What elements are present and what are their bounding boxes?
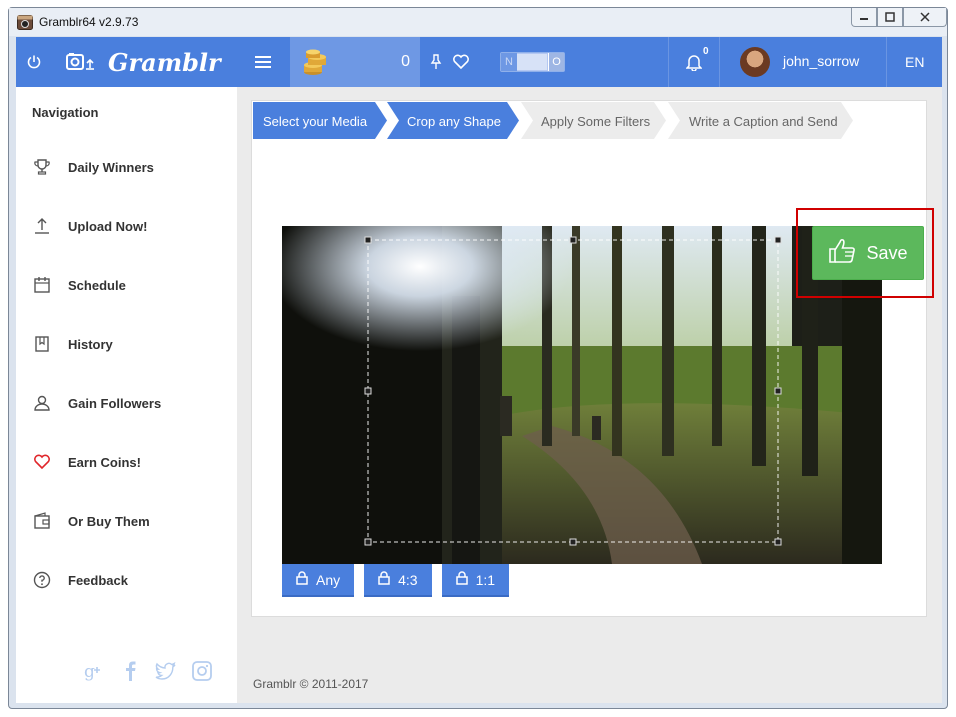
power-icon[interactable] [24, 37, 44, 87]
lock-icon [378, 571, 390, 588]
aspect-ratio-buttons: Any 4:3 1:1 [282, 564, 510, 597]
forest-photo [282, 226, 882, 564]
calendar-icon [32, 275, 52, 295]
wallet-icon [32, 511, 52, 531]
social-links: g [82, 659, 214, 683]
heart-icon [32, 452, 52, 472]
lock-icon [455, 571, 468, 588]
step-apply-filters[interactable]: Apply Some Filters [521, 102, 667, 139]
avatar[interactable] [740, 47, 770, 77]
language-selector[interactable]: EN [886, 37, 942, 87]
footer-copyright: Gramblr © 2011-2017 [253, 677, 369, 691]
pin-icon[interactable] [428, 37, 444, 87]
nav-label: Schedule [68, 277, 126, 293]
nav-item-gain-followers[interactable]: Gain Followers [16, 383, 237, 423]
ratio-label: 1:1 [475, 571, 496, 588]
ratio-any-button[interactable]: Any [282, 564, 355, 597]
notifications-button[interactable]: 0 [668, 37, 720, 87]
help-icon [32, 570, 52, 590]
crop-canvas[interactable] [282, 226, 882, 564]
coins-icon [302, 48, 328, 81]
step-label: Apply Some Filters [541, 114, 651, 129]
google-plus-icon[interactable]: g [82, 659, 106, 683]
toggle-on-label: N [501, 53, 517, 71]
coins-count: 0 [401, 53, 410, 70]
coins-box[interactable]: 0 [290, 37, 420, 87]
step-select-media[interactable]: Select your Media [253, 102, 388, 139]
nav-label: Earn Coins! [68, 454, 141, 470]
toggle-knob[interactable] [517, 54, 547, 70]
save-label: Save [866, 242, 908, 263]
app-window: Gramblr64 v2.9.73 Gramblr 0 N O 0 john_s… [8, 7, 948, 709]
step-label: Crop any Shape [407, 114, 501, 129]
nav-item-feedback[interactable]: Feedback [16, 560, 237, 600]
nav-item-daily-winners[interactable]: Daily Winners [16, 147, 237, 187]
ratio-label: Any [316, 571, 341, 588]
thumbs-up-icon [828, 238, 856, 269]
nav-label: Feedback [68, 572, 128, 588]
username[interactable]: john_sorrow [783, 53, 859, 69]
trophy-icon [32, 157, 52, 177]
language-label: EN [905, 54, 925, 70]
nav-item-history[interactable]: History [16, 324, 237, 364]
window-title: Gramblr64 v2.9.73 [39, 15, 139, 29]
step-caption-send[interactable]: Write a Caption and Send [668, 102, 854, 139]
maximize-button[interactable] [877, 8, 903, 27]
instagram-icon[interactable] [190, 659, 214, 683]
save-button[interactable]: Save [812, 226, 924, 280]
ratio-1-1-button[interactable]: 1:1 [441, 564, 510, 597]
nav-item-or-buy-them[interactable]: Or Buy Them [16, 501, 237, 541]
heart-icon[interactable] [450, 37, 472, 87]
step-label: Select your Media [263, 114, 368, 129]
nav-label: Upload Now! [68, 218, 148, 234]
nav-label: Or Buy Them [68, 513, 150, 529]
nav-item-upload-now[interactable]: Upload Now! [16, 206, 237, 246]
mode-toggle[interactable]: N O [500, 52, 565, 72]
step-label: Write a Caption and Send [689, 114, 838, 129]
bell-icon [685, 53, 703, 76]
close-button[interactable] [903, 8, 947, 27]
app-content: Gramblr 0 N O 0 john_sorrow EN Navigatio… [16, 37, 942, 703]
brand-logo: Gramblr [108, 37, 221, 87]
nav-heading: Navigation [32, 105, 99, 120]
brand-name: Gramblr [108, 47, 221, 77]
upload-icon [32, 216, 52, 236]
toggle-off-label: O [548, 53, 564, 71]
top-bar: Gramblr 0 N O 0 john_sorrow EN [16, 37, 942, 87]
title-bar: Gramblr64 v2.9.73 [9, 8, 947, 36]
menu-icon[interactable] [252, 37, 274, 87]
ratio-label: 4:3 [398, 571, 418, 588]
app-icon [17, 15, 33, 30]
facebook-icon[interactable] [118, 659, 142, 683]
editor-panel: Select your Media Crop any Shape Apply S… [251, 100, 934, 617]
nav-label: Gain Followers [68, 395, 162, 411]
nav-item-earn-coins[interactable]: Earn Coins! [16, 442, 237, 482]
user-icon [32, 393, 52, 413]
nav-item-schedule[interactable]: Schedule [16, 265, 237, 305]
upload-photo-icon[interactable] [66, 37, 96, 87]
sidebar: Navigation Daily Winners Upload Now! Sch… [16, 87, 237, 703]
svg-text:g: g [84, 662, 95, 682]
book-icon [32, 334, 52, 354]
nav-label: Daily Winners [68, 159, 154, 175]
ratio-4-3-button[interactable]: 4:3 [364, 564, 432, 597]
step-crop-shape[interactable]: Crop any Shape [387, 102, 520, 139]
notifications-count: 0 [703, 46, 709, 57]
lock-icon [296, 571, 308, 588]
nav-label: History [68, 336, 113, 352]
main-area: Select your Media Crop any Shape Apply S… [237, 87, 942, 703]
minimize-button[interactable] [851, 8, 877, 27]
twitter-icon[interactable] [154, 659, 178, 683]
